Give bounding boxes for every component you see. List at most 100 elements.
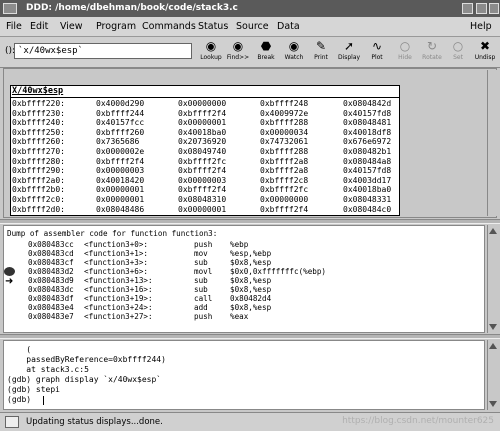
memory-word: 0x40157fd8	[343, 166, 392, 176]
asm-sym: <function3+27>:	[84, 312, 153, 321]
argument-input[interactable]: `x/40wx$esp`	[14, 43, 192, 59]
execution-arrow-icon[interactable]: ➜	[5, 277, 13, 287]
asm-addr[interactable]: 0x080483d9	[28, 276, 74, 285]
memory-word: 0x00000003	[96, 166, 145, 176]
asm-sym: <function3+16>:	[84, 285, 153, 294]
scroll-down-icon[interactable]	[489, 324, 497, 330]
status-text: Updating status displays...done.	[26, 417, 163, 427]
memory-word: 0x676e6972	[343, 137, 392, 147]
asm-addr[interactable]: 0x080483cc	[28, 240, 74, 249]
window-menu-icon[interactable]	[3, 3, 17, 14]
break-button[interactable]: ⬣ Break	[252, 39, 280, 66]
asm-addr[interactable]: 0x080483e4	[28, 303, 74, 312]
memory-word: 0xbffff2fc	[260, 185, 309, 195]
memory-word: 0xbffff2f4	[96, 156, 145, 166]
debugger-console[interactable]: ( passedByReference=0xbffff244) at stack…	[3, 340, 485, 410]
memory-word: 0xbffff244	[96, 108, 145, 118]
rotate-button[interactable]: ↻ Rotate	[418, 39, 446, 66]
asm-args: %ebp	[230, 240, 249, 249]
asm-args: %eax	[230, 312, 249, 321]
asm-sym: <function3+3>:	[84, 258, 149, 267]
plot-icon: ∿	[371, 39, 383, 53]
menu-help[interactable]: Help	[470, 21, 492, 32]
memory-word: 0xbffff2a8	[260, 156, 309, 166]
memory-word: 0x4003dd17	[343, 175, 392, 185]
memory-word: 0xbffff2f4	[178, 166, 227, 176]
asm-args: $0x8,%esp	[230, 258, 272, 267]
memory-word: 0xbffff248	[260, 99, 309, 108]
memory-word: 0x00000001	[178, 204, 227, 214]
asm-op: call	[194, 294, 213, 303]
menu-edit[interactable]: Edit	[30, 21, 48, 32]
asm-addr[interactable]: 0x080483df	[28, 294, 74, 303]
memory-word: 0x08048310	[178, 195, 227, 204]
text-cursor	[43, 396, 44, 405]
find-icon: ◉	[232, 39, 244, 53]
memory-word: 0x4000d290	[96, 99, 145, 108]
memory-word: 0x20736920	[178, 137, 227, 147]
memory-word: 0xbffff2f4	[178, 185, 227, 195]
display-button[interactable]: ➚ Display	[335, 39, 363, 66]
console-line: at stack3.c:5	[7, 365, 89, 374]
stop-sign-icon: ⬣	[260, 39, 272, 53]
close-button[interactable]	[489, 3, 499, 14]
breakpoint-stop-icon[interactable]	[4, 267, 15, 276]
memory-word: 0xbffff288	[260, 147, 309, 156]
console-scroll-up-icon[interactable]	[489, 343, 497, 349]
asm-addr[interactable]: 0x080483cd	[28, 249, 74, 258]
memory-word: 0xbffff2fc	[178, 156, 227, 166]
memory-word: 0x08049740	[178, 147, 227, 156]
asm-addr[interactable]: 0x080483d2	[28, 267, 74, 276]
menu-view[interactable]: View	[60, 21, 83, 32]
asm-args: 0x80482d4	[230, 294, 272, 303]
memory-address: 0xbffff290:	[12, 166, 65, 176]
watch-button[interactable]: ◉ Watch	[280, 39, 308, 66]
memory-word: 0x40157fcc	[96, 118, 145, 128]
menu-commands[interactable]: Commands	[142, 21, 196, 32]
menu-file[interactable]: File	[6, 21, 22, 32]
undisplay-button[interactable]: ✖ Undisp	[471, 39, 499, 66]
asm-sym: <function3+19>:	[84, 294, 153, 303]
menu-data[interactable]: Data	[277, 21, 300, 32]
pane-divider-2[interactable]	[0, 334, 500, 339]
asm-scrollbar[interactable]	[487, 225, 497, 333]
print-button[interactable]: ✎ Print	[307, 39, 335, 66]
status-bar: Updating status displays...done. https:/…	[0, 412, 500, 431]
asm-addr[interactable]: 0x080483dc	[28, 285, 74, 294]
find-button[interactable]: ◉ Find>>	[224, 39, 252, 66]
pane-divider[interactable]	[0, 219, 500, 224]
asm-addr[interactable]: 0x080483cf	[28, 258, 74, 267]
menu-source[interactable]: Source	[236, 21, 269, 32]
console-line: passedByReference=0xbffff244)	[7, 355, 166, 364]
set-button[interactable]: ○ Set	[444, 39, 472, 66]
asm-op: add	[194, 303, 208, 312]
memory-address: 0xbffff280:	[12, 156, 65, 166]
console-scrollbar[interactable]	[487, 340, 497, 410]
lookup-button[interactable]: ◉ Lookup	[197, 39, 225, 66]
asm-addr[interactable]: 0x080483e7	[28, 312, 74, 321]
minimize-button[interactable]	[462, 3, 473, 14]
memory-display[interactable]: X/40wx$esp 0xbffff220: 0x4000d290 0x000000…	[10, 85, 400, 216]
asm-op: push	[194, 240, 213, 249]
memory-address: 0xbffff2d0:	[12, 204, 65, 214]
memory-word: 0xbffff2c8	[260, 175, 309, 185]
asm-op: sub	[194, 285, 208, 294]
data-scrollbar[interactable]	[487, 70, 497, 216]
plot-button[interactable]: ∿ Plot	[363, 39, 391, 66]
memory-word: 0x080484c0	[343, 204, 392, 214]
hide-button[interactable]: ○ Hide	[391, 39, 419, 66]
asm-sym: <function3+0>:	[84, 240, 149, 249]
scroll-up-icon[interactable]	[489, 228, 497, 234]
maximize-button[interactable]	[476, 3, 487, 14]
menu-status[interactable]: Status	[198, 21, 228, 32]
menu-program[interactable]: Program	[96, 21, 136, 32]
asm-op: push	[194, 312, 213, 321]
memory-word: 0xbffff260	[96, 127, 145, 137]
window-title: DDD: /home/dbehman/book/code/stack3.c	[26, 3, 238, 13]
memory-word: 0x08048481	[343, 118, 392, 128]
console-scroll-down-icon[interactable]	[489, 401, 497, 407]
asm-op: movl	[194, 267, 213, 276]
memory-word: 0xbffff2f4	[178, 108, 227, 118]
console-line: (gdb)	[7, 395, 36, 404]
memory-word: 0x08048331	[343, 195, 392, 204]
